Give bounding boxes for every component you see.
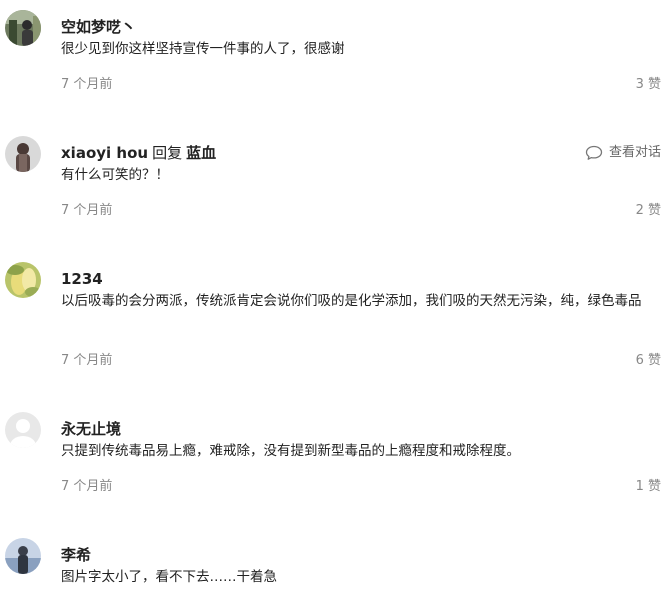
comment-meta: 7 个月前 2 赞 [61,201,661,221]
comment-author[interactable]: 空如梦呓丶 [61,18,136,36]
avatar[interactable] [5,412,41,448]
avatar[interactable] [5,262,41,298]
comment-author[interactable]: 永无止境 [61,420,121,438]
like-button[interactable]: 6 赞 [636,351,661,371]
view-conversation-button[interactable]: 查看对话 [585,141,661,165]
comment-meta: 7 个月前 6 赞 [61,351,661,371]
avatar[interactable] [5,538,41,574]
comment-text: 以后吸毒的会分两派，传统派肯定会说你们吸的是化学添加，我们吸的天然无污染，纯，绿… [61,293,642,309]
comment-meta: 7 个月前 3 赞 [61,75,661,95]
comment-author[interactable]: 1234 [61,270,103,288]
comment-header: 空如梦呓丶 [61,15,661,39]
comment-time: 7 个月前 [61,203,113,218]
comment-header: 1234 [61,267,661,291]
comment-time: 7 个月前 [61,77,113,92]
comment-header: xiaoyi hou 回复 蓝血 查看对话 [61,141,661,165]
comment-text: 图片字太小了，看不下去……干着急 [61,569,277,585]
comment-meta: 7 个月前 1 赞 [61,477,661,497]
comment-time: 7 个月前 [61,479,113,494]
comment-author[interactable]: xiaoyi hou [61,144,148,162]
reply-label: 回复 [152,144,183,162]
reply-target-user[interactable]: 蓝血 [186,144,216,162]
like-button[interactable]: 2 赞 [636,201,661,221]
view-conversation-label: 查看对话 [608,145,661,160]
comment-header: 永无止境 [61,417,661,441]
avatar[interactable] [5,10,41,46]
comment-text: 有什么可笑的？！ [61,167,169,183]
comment-text: 很少见到你这样坚持宣传一件事的人了，很感谢 [61,41,345,57]
comment-time: 7 个月前 [61,353,113,368]
comment-text: 只提到传统毒品易上瘾，难戒除，没有提到新型毒品的上瘾程度和戒除程度。 [61,443,520,459]
comment-author[interactable]: 李希 [61,546,91,564]
avatar[interactable] [5,136,41,172]
like-button[interactable]: 1 赞 [636,477,661,497]
comment-header: 李希 [61,543,661,567]
speech-bubble-icon [585,145,603,161]
like-button[interactable]: 3 赞 [636,75,661,95]
